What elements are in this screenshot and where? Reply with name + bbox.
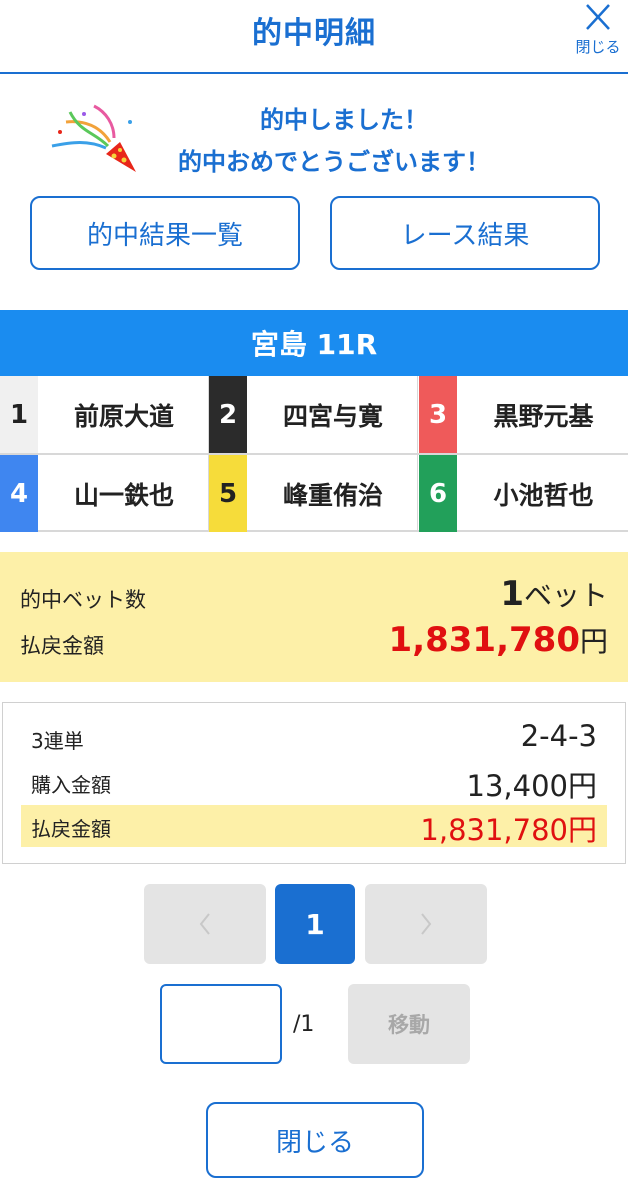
bet-combination: 2-4-3 <box>520 719 597 753</box>
racer-number: 2 <box>209 376 247 453</box>
footer-close-button[interactable]: 閉じる <box>206 1102 424 1178</box>
payout-total: 1,831,780円 <box>389 620 608 660</box>
party-popper-icon <box>51 104 136 172</box>
page-title: 的中明細 <box>252 16 376 51</box>
race-title: 宮島 11R <box>0 310 628 376</box>
racer-grid: 1 前原大道 2 四宮与寛 3 黒野元基 4 山一鉄也 5 峰重侑治 6 小池哲… <box>0 376 628 532</box>
close-icon <box>586 4 610 30</box>
racer-5: 5 峰重侑治 <box>209 455 418 532</box>
racer-1: 1 前原大道 <box>0 376 209 453</box>
bet-count: 1ベット <box>500 574 608 614</box>
racer-2: 2 四宮与寛 <box>209 376 418 453</box>
purchase-amount: 13,400円 <box>466 769 597 803</box>
congrats-banner: 的中しました！ 的中おめでとうございます！ <box>0 96 628 180</box>
racer-name: 峰重侑治 <box>282 480 383 510</box>
racer-name: 四宮与寛 <box>282 401 383 431</box>
congrats-line-2: 的中おめでとうございます！ <box>178 148 490 176</box>
racer-name: 黒野元基 <box>493 401 594 431</box>
current-page-button[interactable]: 1 <box>275 884 355 964</box>
close-button[interactable]: 閉じる <box>568 0 628 60</box>
payout-row-label: 払戻金額 <box>31 817 111 841</box>
payout-label: 払戻金額 <box>20 634 104 658</box>
racer-name: 前原大道 <box>73 401 174 431</box>
bet-detail: 3連単 2-4-3 購入金額 13,400円 払戻金額 1,831,780円 <box>2 702 626 864</box>
bet-type-row: 3連単 2-4-3 <box>21 717 607 759</box>
racer-3: 3 黒野元基 <box>419 376 628 453</box>
hit-summary: 的中ベット数 払戻金額 1ベット 1,831,780円 <box>0 552 628 682</box>
payout-amount: 1,831,780円 <box>420 813 597 847</box>
purchase-label: 購入金額 <box>31 773 111 797</box>
hit-list-button[interactable]: 的中結果一覧 <box>30 196 300 270</box>
next-page-button[interactable] <box>365 884 487 964</box>
header: 的中明細 閉じる <box>0 0 628 74</box>
page-total: /1 <box>293 1012 315 1037</box>
congrats-line-1: 的中しました！ <box>260 106 428 134</box>
prev-page-button[interactable] <box>144 884 266 964</box>
racer-number: 3 <box>419 376 457 453</box>
bet-count-label: 的中ベット数 <box>20 588 146 612</box>
racer-name: 小池哲也 <box>493 480 594 510</box>
racer-name: 山一鉄也 <box>73 480 174 510</box>
purchase-row: 購入金額 13,400円 <box>21 761 607 803</box>
payout-value: 1,831,780 <box>388 620 580 660</box>
bet-count-value: 1 <box>500 574 524 614</box>
racer-4: 4 山一鉄也 <box>0 455 209 532</box>
close-button-label: 閉じる <box>575 38 621 56</box>
move-button[interactable]: 移動 <box>348 984 470 1064</box>
chevron-left-icon <box>199 913 210 935</box>
bet-unit: ベット <box>523 579 608 612</box>
racer-6: 6 小池哲也 <box>419 455 628 532</box>
yen-unit: 円 <box>579 625 608 658</box>
payout-row: 払戻金額 1,831,780円 <box>21 805 607 847</box>
bet-type-label: 3連単 <box>31 729 84 753</box>
chevron-right-icon <box>421 913 432 935</box>
page-number-input[interactable] <box>160 984 282 1064</box>
racer-number: 6 <box>419 455 457 532</box>
race-result-button[interactable]: レース結果 <box>330 196 600 270</box>
racer-number: 4 <box>0 455 38 532</box>
racer-number: 5 <box>209 455 247 532</box>
racer-number: 1 <box>0 376 38 453</box>
